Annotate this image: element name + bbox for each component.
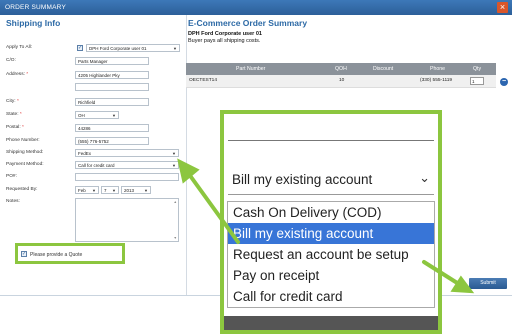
callout-arrows <box>177 158 475 294</box>
arrow-to-payment-method <box>184 168 240 244</box>
arrow-to-submit <box>422 260 464 288</box>
